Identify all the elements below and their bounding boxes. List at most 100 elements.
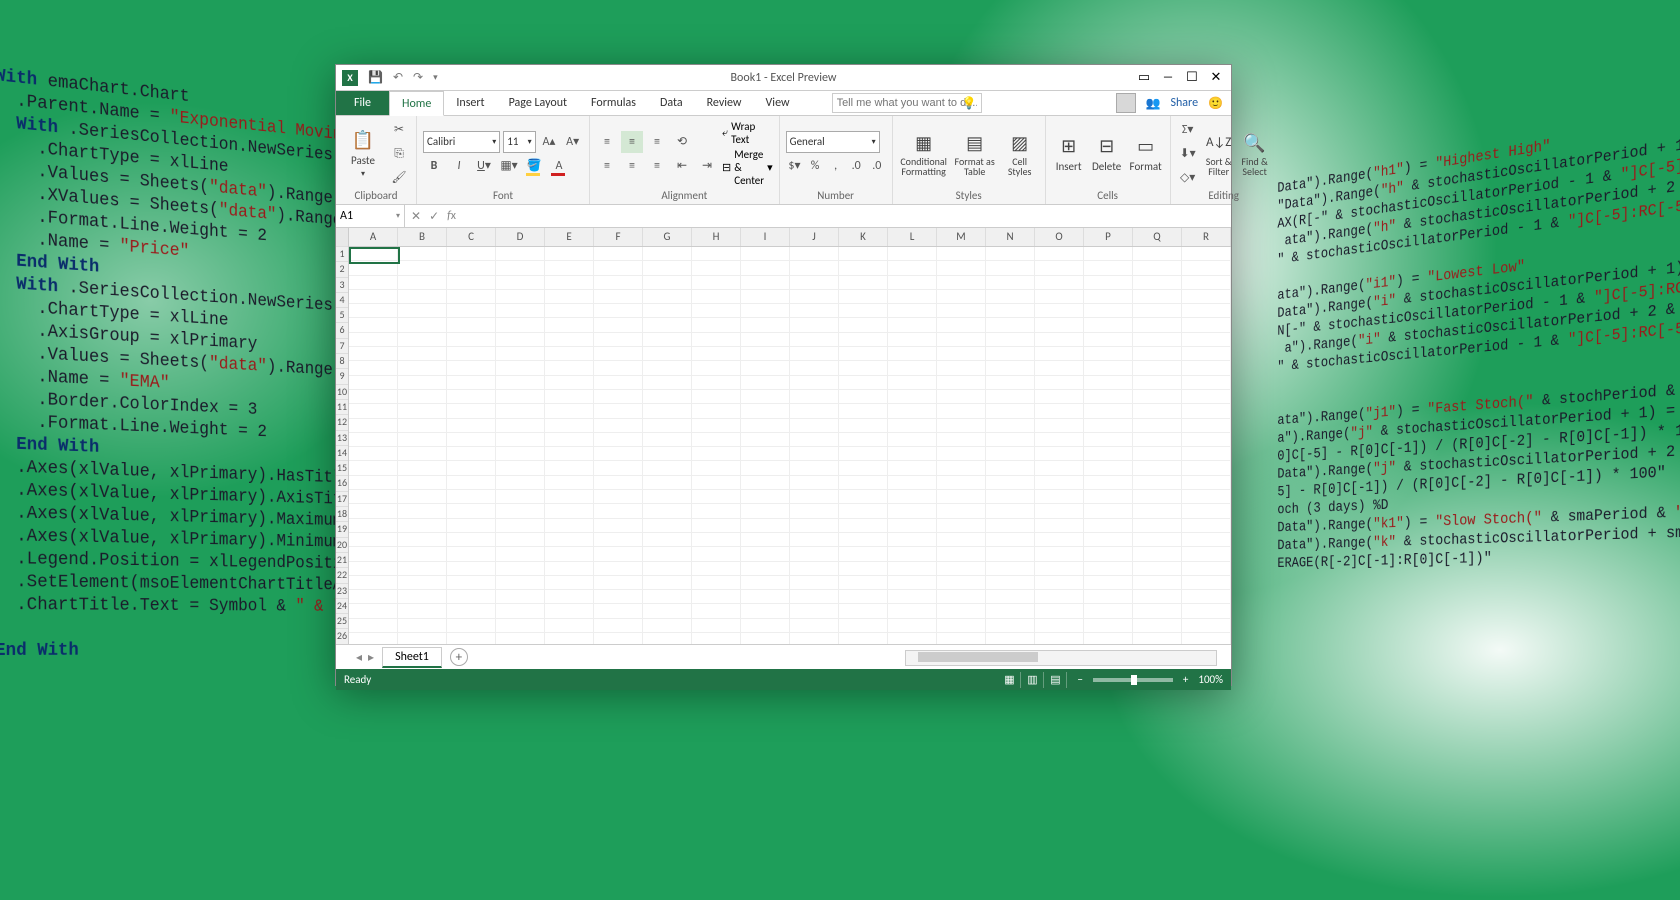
cell[interactable] [692,404,741,418]
cell[interactable] [398,333,447,347]
cell[interactable] [643,390,692,404]
cell[interactable] [496,562,545,576]
col-header[interactable]: P [1084,228,1133,246]
cell[interactable] [1035,519,1084,533]
cell[interactable] [1133,562,1182,576]
cell[interactable] [1035,261,1084,275]
cell[interactable] [839,490,888,504]
emoji-icon[interactable]: 🙂 [1208,96,1223,111]
cell[interactable] [839,361,888,375]
cell[interactable] [937,547,986,561]
cell[interactable] [741,633,790,644]
cell[interactable] [1035,404,1084,418]
cell[interactable] [398,504,447,518]
cell[interactable] [888,461,937,475]
cell[interactable] [888,590,937,604]
cell[interactable] [1182,604,1231,618]
cell[interactable] [643,333,692,347]
cell[interactable] [1084,590,1133,604]
cell[interactable] [692,619,741,633]
cell[interactable] [1035,290,1084,304]
cell[interactable] [937,390,986,404]
cell[interactable] [692,318,741,332]
redo-icon[interactable]: ↷ [413,70,423,85]
cell[interactable] [398,447,447,461]
cell[interactable] [594,519,643,533]
cell[interactable] [496,461,545,475]
accounting-icon[interactable]: $▾ [786,155,804,177]
cell[interactable] [692,247,741,261]
tab-view[interactable]: View [754,91,802,115]
cell[interactable] [790,318,839,332]
cell[interactable] [1182,361,1231,375]
cell[interactable] [1084,261,1133,275]
cell[interactable] [545,247,594,261]
cell[interactable] [790,433,839,447]
cell[interactable] [692,504,741,518]
cell[interactable] [643,404,692,418]
cell[interactable] [447,318,496,332]
cell[interactable] [839,433,888,447]
cell[interactable] [643,247,692,261]
cell[interactable] [1035,390,1084,404]
cell[interactable] [349,419,398,433]
cell[interactable] [692,533,741,547]
horizontal-scrollbar[interactable] [905,650,1217,666]
cell[interactable] [790,261,839,275]
cell[interactable] [349,604,398,618]
cell[interactable] [1084,304,1133,318]
cell[interactable] [496,576,545,590]
col-header[interactable]: A [349,228,398,246]
view-layout-icon[interactable]: ▥ [1021,672,1044,688]
tab-file[interactable]: File [336,91,389,115]
cell[interactable] [496,361,545,375]
cell[interactable] [1182,547,1231,561]
cell[interactable] [447,376,496,390]
cell[interactable] [1133,419,1182,433]
cell[interactable] [888,490,937,504]
cell[interactable] [888,361,937,375]
cell[interactable] [594,604,643,618]
cell[interactable] [790,562,839,576]
cell[interactable] [1133,461,1182,475]
cell[interactable] [888,619,937,633]
col-header[interactable]: Q [1133,228,1182,246]
cell[interactable] [937,276,986,290]
cell[interactable] [1182,533,1231,547]
cell[interactable] [741,533,790,547]
cell[interactable] [937,533,986,547]
cell[interactable] [986,276,1035,290]
cell[interactable] [349,619,398,633]
qat-dropdown-icon[interactable]: ▾ [433,72,438,83]
cell[interactable] [839,404,888,418]
row-header[interactable]: 26 [336,629,348,644]
cell[interactable] [545,304,594,318]
row-header[interactable]: 19 [336,522,348,537]
spreadsheet-grid[interactable]: 1234567891011121314151617181920212223242… [336,228,1231,644]
cell[interactable] [398,633,447,644]
cell[interactable] [545,404,594,418]
cell[interactable] [1182,590,1231,604]
cell[interactable] [398,490,447,504]
cell[interactable] [790,633,839,644]
row-header[interactable]: 15 [336,461,348,476]
insert-cells-button[interactable]: ⊞Insert [1052,118,1086,189]
cell[interactable] [398,404,447,418]
cell[interactable] [986,419,1035,433]
tab-review[interactable]: Review [695,91,754,115]
row-header[interactable]: 3 [336,278,348,293]
cell[interactable] [1084,562,1133,576]
comma-icon[interactable]: , [827,155,845,177]
cell[interactable] [398,247,447,261]
cell[interactable] [349,361,398,375]
cell[interactable] [986,576,1035,590]
cell[interactable] [1182,276,1231,290]
cell[interactable] [741,547,790,561]
cell[interactable] [643,447,692,461]
cell[interactable] [986,390,1035,404]
cell[interactable] [888,304,937,318]
cell[interactable] [1084,533,1133,547]
cell[interactable] [741,604,790,618]
cell[interactable] [937,247,986,261]
cell[interactable] [790,519,839,533]
